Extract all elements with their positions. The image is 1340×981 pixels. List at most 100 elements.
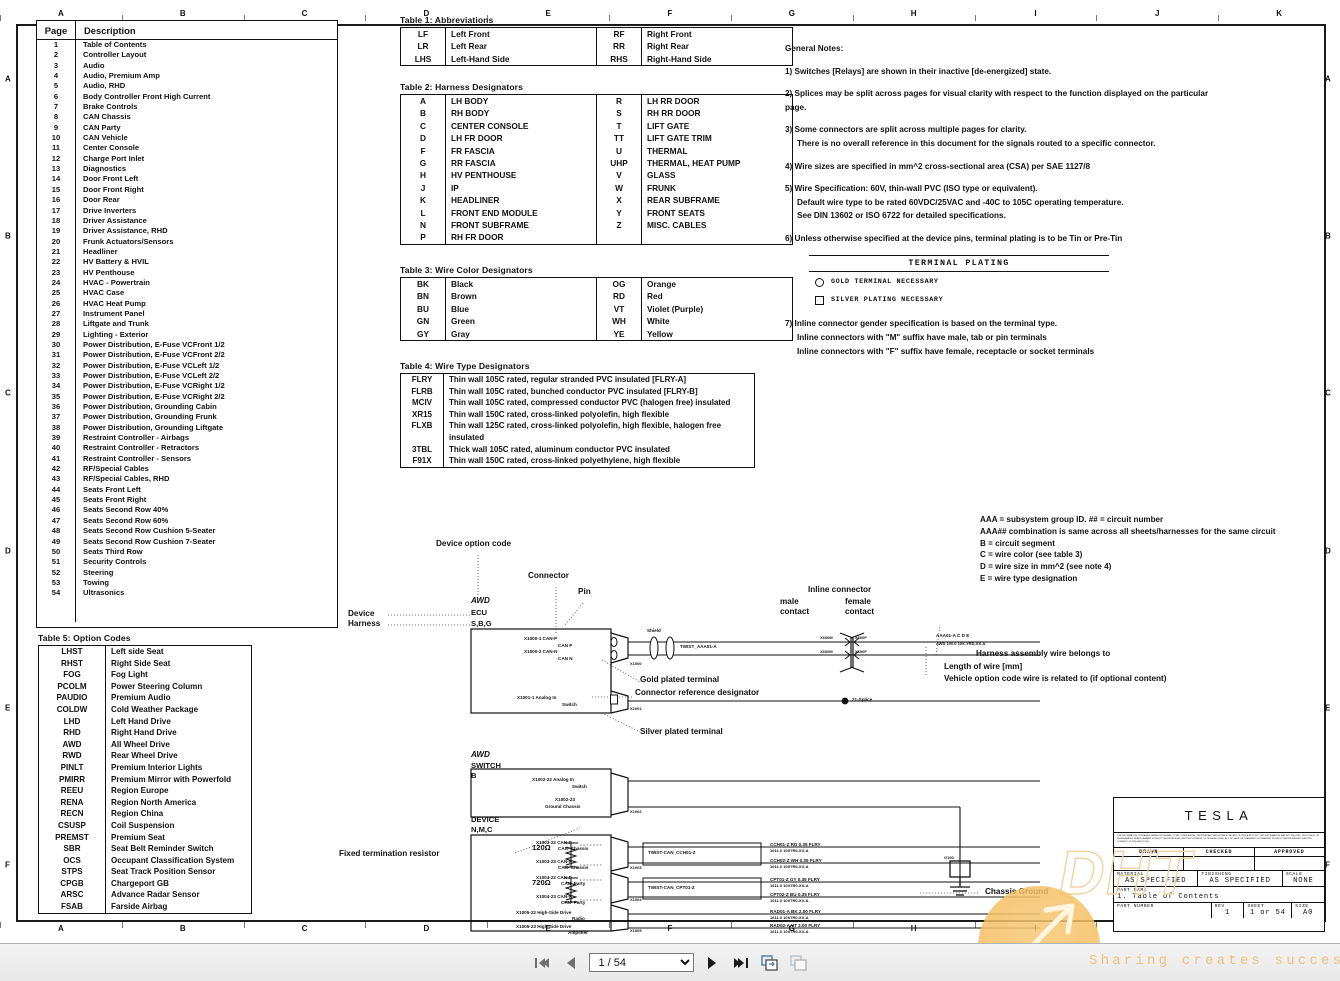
toc-row[interactable]: 42 RF/Special Cables xyxy=(37,464,337,474)
toc-row[interactable]: 7 Brake Controls xyxy=(37,102,337,112)
toc-row[interactable]: 44 Seats Front Left xyxy=(37,485,337,495)
toc-row[interactable]: 29 Lighting - Exterior xyxy=(37,330,337,340)
toc-row[interactable]: 46 Seats Second Row 40% xyxy=(37,505,337,515)
toc-row[interactable]: 31 Power Distribution, E-Fuse VCFront 2/2 xyxy=(37,350,337,360)
size-value: A0 xyxy=(1303,908,1314,917)
toc-row[interactable]: 10 CAN Vehicle xyxy=(37,133,337,143)
toc-row[interactable]: 48 Seats Second Row Cushion 5-Seater xyxy=(37,526,337,536)
inline-ref-male-1: X600M xyxy=(820,635,833,640)
toc-row[interactable]: 11 Center Console xyxy=(37,143,337,153)
toc-row[interactable]: 37 Power Distribution, Grounding Frunk xyxy=(37,412,337,422)
part-number-cell: PART NUMBER xyxy=(1114,902,1212,918)
toc-row[interactable]: 3 Audio xyxy=(37,61,337,71)
toc-row[interactable]: 9 CAN Party xyxy=(37,123,337,133)
toc-row[interactable]: 18 Driver Assistance xyxy=(37,216,337,226)
row-description: HEADLINER xyxy=(445,194,597,207)
toc-row-description: Driver Assistance xyxy=(83,215,147,225)
toc-row[interactable]: 35 Power Distribution, E-Fuse VCRight 2/2 xyxy=(37,392,337,402)
zone-tick xyxy=(1096,922,1098,928)
wire-label-meta: 1611.0 10X7R0-XX-A xyxy=(770,848,809,853)
toc-row[interactable]: 33 Power Distribution, E-Fuse VCLeft 2/2 xyxy=(37,371,337,381)
toc-row[interactable]: 6 Body Controller Front High Current xyxy=(37,92,337,102)
toc-row[interactable]: 47 Seats Second Row 60% xyxy=(37,516,337,526)
toc-row[interactable]: 39 Restraint Controller - Airbags xyxy=(37,433,337,443)
row-code: COLDW xyxy=(56,704,88,714)
toc-row[interactable]: 50 Seats Third Row xyxy=(37,547,337,557)
first-page-button[interactable] xyxy=(531,952,553,974)
fit-page-button[interactable] xyxy=(759,952,781,974)
zone-label-v-f: F xyxy=(1325,860,1330,870)
row-code: BK xyxy=(417,279,429,289)
row-description: Advance Radar Sensor xyxy=(105,889,251,902)
row-description: Thick wall 105C rated, aluminum conducto… xyxy=(443,443,755,456)
toc-row[interactable]: 16 Door Rear xyxy=(37,195,337,205)
toc-row[interactable]: 2 Controller Layout xyxy=(37,50,337,60)
toc-row[interactable]: 41 Restraint Controller - Sensors xyxy=(37,454,337,464)
toc-row[interactable]: 32 Power Distribution, E-Fuse VCLeft 1/2 xyxy=(37,361,337,371)
table-row: FSAB Farside Airbag xyxy=(39,901,251,913)
table-row: GN Green WH White xyxy=(401,315,793,328)
note-text: 3) Some connectors are split across mult… xyxy=(785,125,1027,135)
toc-row[interactable]: 54 Ultrasonics xyxy=(37,588,337,598)
toc-row[interactable]: 26 HVAC Heat Pump xyxy=(37,299,337,309)
toc-row[interactable]: 53 Towing xyxy=(37,578,337,588)
row-description: Rear Wheel Drive xyxy=(105,750,251,762)
toc-row[interactable]: 21 Headliner xyxy=(37,247,337,257)
toc-row[interactable]: 8 CAN Chassis xyxy=(37,112,337,122)
toc-row[interactable]: 38 Power Distribution, Grounding Liftgate xyxy=(37,423,337,433)
toc-row-page: 29 xyxy=(51,329,61,339)
prev-page-button[interactable] xyxy=(560,952,582,974)
toc-row-description: Power Distribution, E-Fuse VCLeft 2/2 xyxy=(83,371,220,380)
toc-row[interactable]: 40 Restraint Controller - Retractors xyxy=(37,443,337,453)
toc-row-description: Seats Second Row 60% xyxy=(83,515,169,525)
toc-row-page: 20 xyxy=(51,236,61,246)
page-layout-button[interactable] xyxy=(788,952,810,974)
connector-ref-x1005: X1005 xyxy=(630,928,642,933)
toc-row[interactable]: 23 HV Penthouse xyxy=(37,268,337,278)
row-description: RH RR DOOR xyxy=(641,107,793,120)
next-page-button[interactable] xyxy=(701,952,723,974)
row-code: T xyxy=(596,119,642,133)
toc-row-description: Charge Port Inlet xyxy=(83,153,145,163)
wire-color-designators-table: Table 3: Wire Color Designators BK Black O… xyxy=(400,265,793,342)
toc-row[interactable]: 14 Door Front Left xyxy=(37,174,337,184)
toc-row[interactable]: 17 Drive Inverters xyxy=(37,206,337,216)
table5-grid: LHST Left side Seat RHST Right Side Seat FOG… xyxy=(39,646,251,913)
toc-row-page: 36 xyxy=(51,402,61,412)
toc-row[interactable]: 28 Liftgate and Trunk xyxy=(37,319,337,329)
row-code: FLXB xyxy=(411,421,433,431)
toc-row[interactable]: 4 Audio, Premium Amp xyxy=(37,71,337,81)
toc-row[interactable]: 43 RF/Special Cables, RHD xyxy=(37,474,337,484)
toc-row[interactable]: 1 Table of Contents xyxy=(37,40,337,50)
harness-designators-table: Table 2: Harness Designators A LH BODY R LH… xyxy=(400,82,793,245)
last-page-button[interactable] xyxy=(730,952,752,974)
toc-row[interactable]: 24 HVAC - Powertrain xyxy=(37,278,337,288)
toc-row[interactable]: 22 HV Battery & HVIL xyxy=(37,257,337,267)
toc-row[interactable]: 52 Steering xyxy=(37,568,337,578)
terminal-plating-legend: TERMINAL PLATING GOLD TERMINAL NECESSARY… xyxy=(809,254,1109,308)
toc-row[interactable]: 27 Instrument Panel xyxy=(37,309,337,319)
part-number-row: PART NUMBER REV 1 SHEET 1 or 54 SIZE A0 xyxy=(1114,902,1324,918)
toc-row[interactable]: 34 Power Distribution, E-Fuse VCRight 1/2 xyxy=(37,381,337,391)
toc-row[interactable]: 19 Driver Assistance, RHD xyxy=(37,226,337,236)
toc-row[interactable]: 49 Seats Second Row Cushion 7-Seater xyxy=(37,537,337,547)
table-row: AWD All Wheel Drive xyxy=(39,738,251,751)
toc-row[interactable]: 5 Audio, RHD xyxy=(37,81,337,91)
device3-pin-1-id: X1003-23 CAN-N xyxy=(536,859,572,864)
row-code: LHS xyxy=(414,53,432,64)
toc-row[interactable]: 51 Security Controls xyxy=(37,557,337,567)
toc-row[interactable]: 36 Power Distribution, Grounding Cabin xyxy=(37,402,337,412)
toc-row[interactable]: 25 HVAC Case xyxy=(37,288,337,298)
page-select[interactable]: 1 / 54 xyxy=(588,953,694,972)
zone-tick xyxy=(243,922,245,928)
row-code: 3TBL xyxy=(412,444,432,454)
toc-row[interactable]: 15 Door Front Right xyxy=(37,185,337,195)
toc-row[interactable]: 30 Power Distribution, E-Fuse VCFront 1/2 xyxy=(37,340,337,350)
finishing-value: AS SPECIFIED xyxy=(1209,876,1271,885)
toc-row[interactable]: 12 Charge Port Inlet xyxy=(37,154,337,164)
toc-row[interactable]: 13 Diagnostics xyxy=(37,164,337,174)
table-row: BU Blue VT Violet (Purple) xyxy=(401,302,793,316)
toc-row[interactable]: 45 Seats Front Right xyxy=(37,495,337,505)
row-code: N xyxy=(420,220,426,231)
toc-row[interactable]: 20 Frunk Actuators/Sensors xyxy=(37,237,337,247)
